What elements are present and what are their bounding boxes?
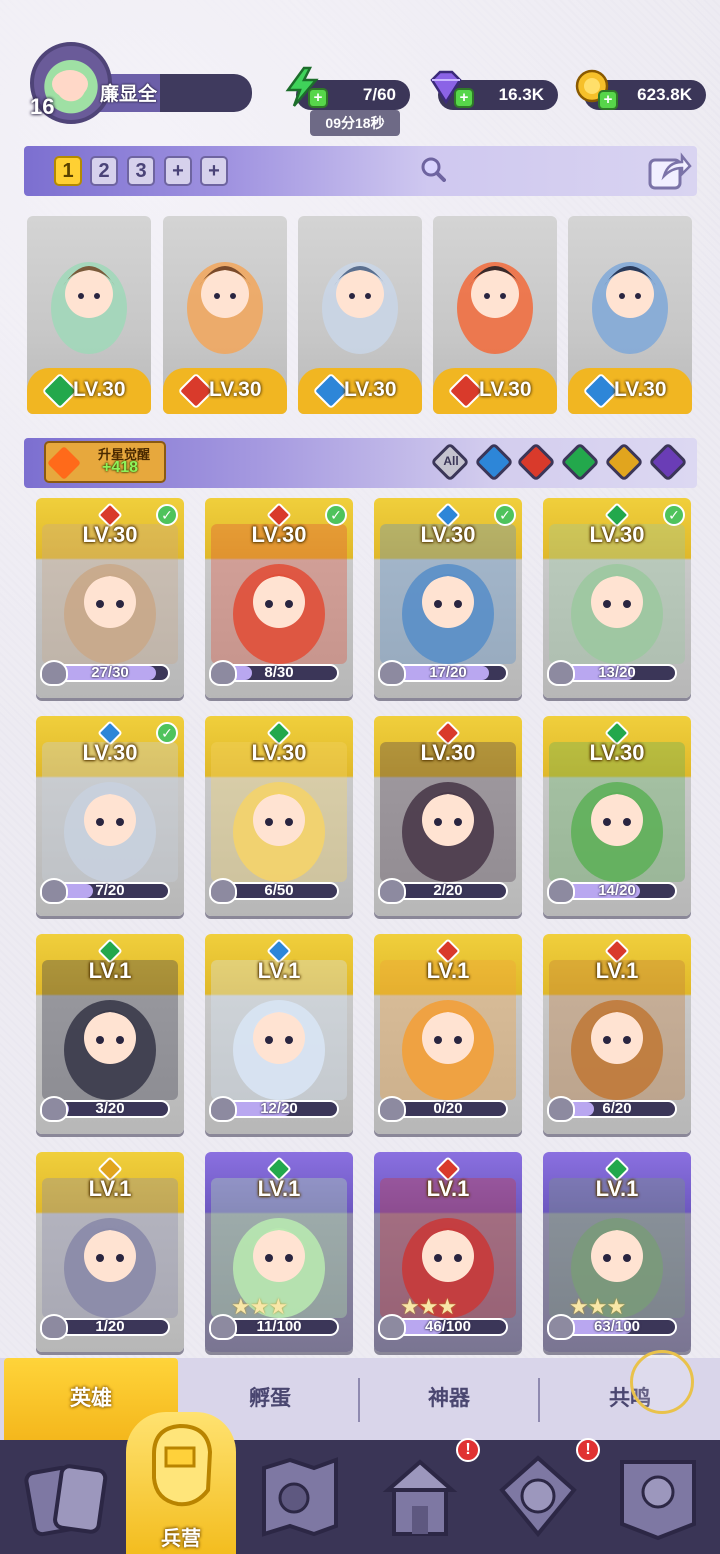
hero-portrait — [187, 262, 263, 354]
hero-level: LV.30 — [209, 378, 262, 401]
player-name: 廉显全 — [100, 84, 158, 105]
hero-card[interactable]: LV.30 ✓ 27/30 — [36, 498, 184, 698]
share-icon[interactable] — [646, 150, 692, 192]
team-hero-card[interactable]: LV.30 — [163, 216, 287, 414]
team-tab-1[interactable]: 1 — [54, 156, 82, 186]
hero-portrait — [51, 262, 127, 354]
hero-card[interactable]: LV.1 0/20 — [374, 934, 522, 1134]
shard-count: 17/20 — [429, 664, 467, 681]
hero-portrait — [592, 262, 668, 354]
hero-level: LV.30 — [589, 522, 645, 547]
hero-level: LV.30 — [251, 740, 307, 765]
hero-level: LV.30 — [479, 378, 532, 401]
hero-level: LV.1 — [426, 1176, 470, 1201]
hero-level: LV.1 — [88, 958, 132, 983]
check-icon: ✓ — [494, 504, 516, 526]
hero-level: LV.1 — [88, 1176, 132, 1201]
hero-level: LV.1 — [257, 958, 301, 983]
team-hero-card[interactable]: LV.30 — [298, 216, 422, 414]
gold-plus-icon[interactable]: + — [600, 92, 616, 108]
hero-card[interactable]: LV.30 6/50 — [205, 716, 353, 916]
hero-card[interactable]: LV.1 ★★★ 46/100 — [374, 1152, 522, 1352]
shard-count: 11/100 — [256, 1318, 302, 1335]
team-bar — [24, 146, 697, 196]
awaken-count: +418 — [102, 459, 139, 476]
check-icon: ✓ — [156, 722, 178, 744]
gem-plus-icon[interactable]: + — [456, 90, 472, 106]
shard-count: 3/20 — [95, 1100, 125, 1117]
guild-notification-badge: ! — [576, 1438, 600, 1462]
hero-level: LV.30 — [614, 378, 667, 401]
shop-notification-badge: ! — [456, 1438, 480, 1462]
hero-card[interactable]: LV.30 ✓ 7/20 — [36, 716, 184, 916]
energy-timer: 09分18秒 — [310, 110, 400, 136]
shard-count: 2/20 — [433, 882, 463, 899]
hero-card[interactable]: LV.1 ★★★ 11/100 — [205, 1152, 353, 1352]
team-tab-2[interactable]: 2 — [90, 156, 118, 186]
team-hero-card[interactable]: LV.30 — [27, 216, 151, 414]
energy-plus-icon[interactable]: + — [310, 90, 326, 106]
map-icon[interactable] — [238, 1440, 358, 1554]
avatar-face — [52, 70, 88, 98]
hero-level: LV.1 — [426, 958, 470, 983]
shard-count: 1/20 — [95, 1318, 125, 1335]
tab-artifact[interactable]: 神器 — [360, 1358, 538, 1440]
hero-level: LV.30 — [420, 740, 476, 765]
hero-level: LV.30 — [344, 378, 397, 401]
hero-portrait — [457, 262, 533, 354]
star-rating: ★★★ — [231, 1294, 288, 1319]
shard-count: 46/100 — [425, 1318, 471, 1335]
shard-count: 0/20 — [433, 1100, 463, 1117]
shard-count: 12/20 — [260, 1100, 298, 1117]
banner-icon[interactable] — [598, 1440, 718, 1554]
hero-level: LV.1 — [595, 958, 639, 983]
hero-card[interactable]: LV.1 3/20 — [36, 934, 184, 1134]
floating-action-button[interactable] — [630, 1350, 694, 1414]
hero-card[interactable]: LV.1 ★★★ 63/100 — [543, 1152, 691, 1352]
hero-level: LV.1 — [595, 1176, 639, 1201]
hero-level: LV.1 — [257, 1176, 301, 1201]
search-icon[interactable] — [420, 156, 446, 182]
shard-count: 8/30 — [264, 664, 294, 681]
hero-level: LV.30 — [82, 740, 138, 765]
hero-level: LV.30 — [420, 522, 476, 547]
hero-level: LV.30 — [589, 740, 645, 765]
nav-barracks-label: 兵营 — [161, 1528, 201, 1550]
shard-count: 63/100 — [594, 1318, 640, 1335]
shard-count: 27/30 — [91, 664, 129, 681]
hero-card[interactable]: LV.30 ✓ 8/30 — [205, 498, 353, 698]
shard-count: 6/20 — [602, 1100, 632, 1117]
shard-count: 7/20 — [95, 882, 125, 899]
star-rating: ★★★ — [400, 1294, 457, 1319]
filter-all-label: All — [443, 454, 459, 468]
shard-count: 14/20 — [598, 882, 636, 899]
team-tab-add-1[interactable]: + — [164, 156, 192, 186]
hero-card[interactable]: LV.1 12/20 — [205, 934, 353, 1134]
hero-card[interactable]: LV.30 2/20 — [374, 716, 522, 916]
check-icon: ✓ — [156, 504, 178, 526]
shard-count: 13/20 — [598, 664, 636, 681]
team-tab-add-2[interactable]: + — [200, 156, 228, 186]
hero-level: LV.30 — [82, 522, 138, 547]
check-icon: ✓ — [325, 504, 347, 526]
hero-level: LV.30 — [251, 522, 307, 547]
shard-count: 6/50 — [264, 882, 294, 899]
barracks-fist-icon — [152, 1423, 213, 1507]
hero-card[interactable]: LV.30 ✓ 17/20 — [374, 498, 522, 698]
team-tab-3[interactable]: 3 — [127, 156, 155, 186]
check-icon: ✓ — [663, 504, 685, 526]
star-rating: ★★★ — [569, 1294, 626, 1319]
hero-level: LV.30 — [73, 378, 126, 401]
team-hero-card[interactable]: LV.30 — [568, 216, 692, 414]
player-level: 16 — [30, 94, 55, 119]
cards-icon[interactable] — [8, 1440, 128, 1554]
team-hero-card[interactable]: LV.30 — [433, 216, 557, 414]
hero-card[interactable]: LV.30 14/20 — [543, 716, 691, 916]
hero-card[interactable]: LV.1 6/20 — [543, 934, 691, 1134]
hero-card[interactable]: LV.30 ✓ 13/20 — [543, 498, 691, 698]
hero-portrait — [322, 262, 398, 354]
tab-resonance[interactable]: 共鸣 — [540, 1358, 720, 1440]
top-header: 16 廉显全 7/60 16.3K 623.8K + + + 09分18秒 — [0, 30, 720, 140]
hero-card[interactable]: LV.1 1/20 — [36, 1152, 184, 1352]
